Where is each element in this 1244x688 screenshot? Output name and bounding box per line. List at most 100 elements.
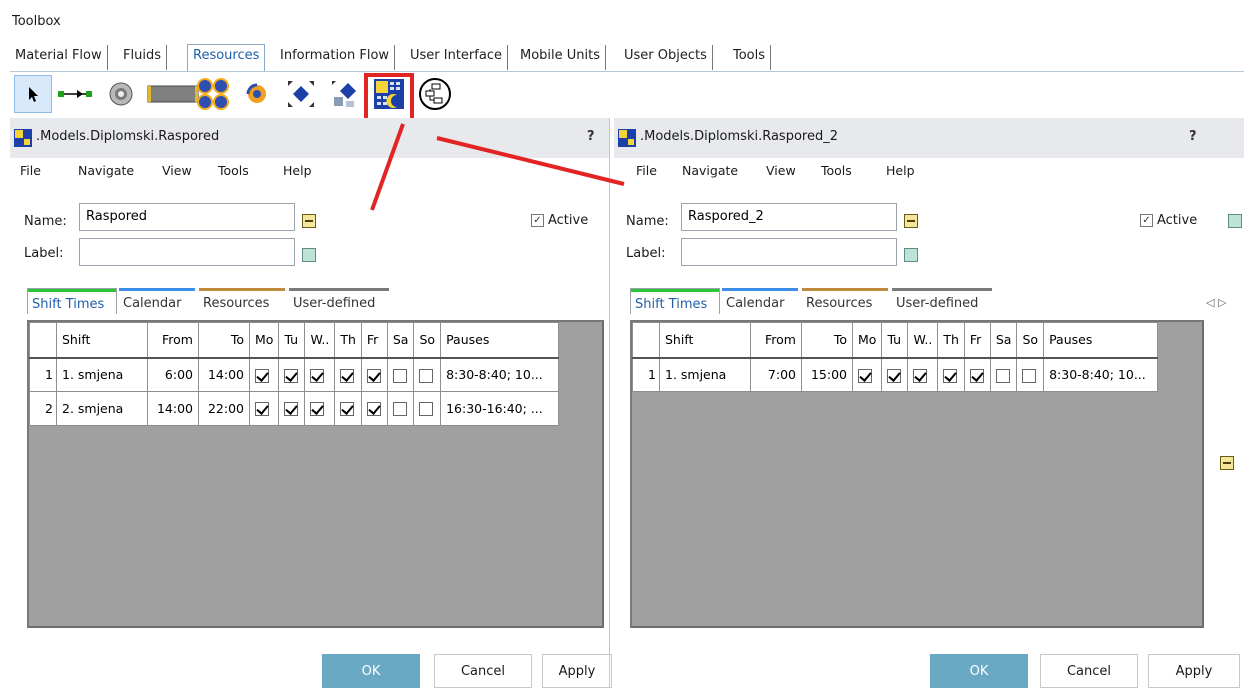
day-checkbox[interactable] xyxy=(943,368,958,383)
tab-resources[interactable]: Resources xyxy=(802,288,888,314)
tab-tools[interactable]: Tools xyxy=(728,45,772,70)
day-checkbox[interactable] xyxy=(340,402,355,417)
shift-cell[interactable]: 1. smjena xyxy=(659,357,751,392)
day-checkbox[interactable] xyxy=(392,368,407,383)
day-checkbox[interactable] xyxy=(366,368,381,383)
column-header[interactable]: To xyxy=(801,322,853,359)
column-header[interactable]: W.. xyxy=(304,322,336,359)
help-button[interactable]: ? xyxy=(587,129,595,144)
tab-shift-times[interactable]: Shift Times xyxy=(630,288,720,314)
column-header[interactable]: From xyxy=(750,322,802,359)
column-header[interactable]: Mo xyxy=(248,322,280,359)
footpath-icon[interactable] xyxy=(238,75,276,113)
menu-tools[interactable]: Tools xyxy=(218,163,249,178)
pointer-icon[interactable] xyxy=(14,75,52,113)
name-inherit-button[interactable] xyxy=(904,214,918,228)
tab-mobile-units[interactable]: Mobile Units xyxy=(515,45,607,70)
menu-help[interactable]: Help xyxy=(886,163,915,178)
shift-cell[interactable]: 2. smjena xyxy=(56,391,148,426)
help-button[interactable]: ? xyxy=(1189,129,1197,144)
menu-file[interactable]: File xyxy=(20,163,41,178)
tab-scroll-arrows-icon[interactable]: ◁ ▷ xyxy=(1206,296,1226,309)
worker-pool-icon[interactable] xyxy=(102,75,140,113)
menu-help[interactable]: Help xyxy=(283,163,312,178)
table-row[interactable]: 1 1. smjena 7:00 15:00 8:30-8:40; 10... xyxy=(632,357,1159,392)
active-check[interactable]: ✓ xyxy=(1140,214,1153,227)
exchange-icon[interactable] xyxy=(326,75,364,113)
tab-information-flow[interactable]: Information Flow xyxy=(275,45,396,70)
table-row[interactable]: 1 1. smjena 6:00 14:00 8:30-8:40; 10... xyxy=(29,357,560,392)
apply-button[interactable]: Apply xyxy=(542,654,612,688)
column-header[interactable]: Shift xyxy=(659,322,751,359)
column-header[interactable]: So xyxy=(413,322,442,359)
day-checkbox[interactable] xyxy=(284,368,299,383)
tab-shift-times[interactable]: Shift Times xyxy=(27,288,117,314)
column-header[interactable]: W.. xyxy=(907,322,939,359)
column-header[interactable]: Shift xyxy=(56,322,148,359)
table-inherit-button[interactable] xyxy=(1220,456,1234,470)
tab-resources[interactable]: Resources xyxy=(199,288,285,314)
shift-cell[interactable]: 1. smjena xyxy=(56,357,148,392)
from-cell[interactable]: 7:00 xyxy=(750,357,802,392)
ok-button[interactable]: OK xyxy=(930,654,1028,688)
menu-tools[interactable]: Tools xyxy=(821,163,852,178)
menu-navigate[interactable]: Navigate xyxy=(682,163,738,178)
column-header[interactable]: Pauses xyxy=(440,322,560,359)
day-checkbox[interactable] xyxy=(419,368,434,383)
day-checkbox[interactable] xyxy=(255,402,269,417)
column-header[interactable]: Tu xyxy=(881,322,909,359)
pauses-cell[interactable]: 8:30-8:40; 10... xyxy=(440,357,560,392)
active-checkbox[interactable]: ✓ Active xyxy=(1140,213,1197,228)
menu-navigate[interactable]: Navigate xyxy=(78,163,134,178)
from-cell[interactable]: 14:00 xyxy=(147,391,199,426)
tab-user-interface[interactable]: User Interface xyxy=(405,45,508,70)
column-header[interactable]: Tu xyxy=(278,322,306,359)
to-cell[interactable]: 22:00 xyxy=(198,391,250,426)
tab-fluids[interactable]: Fluids xyxy=(118,45,167,70)
name-inherit-button[interactable] xyxy=(302,214,316,228)
name-field[interactable]: Raspored xyxy=(79,203,295,231)
column-header[interactable]: To xyxy=(198,322,250,359)
ok-button[interactable]: OK xyxy=(322,654,420,688)
active-checkbox[interactable]: ✓ Active xyxy=(531,213,588,228)
day-checkbox[interactable] xyxy=(1022,368,1037,383)
tab-user-defined[interactable]: User-defined xyxy=(892,288,992,314)
active-color-button[interactable] xyxy=(1228,214,1242,228)
day-checkbox[interactable] xyxy=(392,402,407,417)
column-header[interactable]: Fr xyxy=(963,322,991,359)
tab-resources[interactable]: Resources xyxy=(187,44,266,71)
day-checkbox[interactable] xyxy=(419,402,434,417)
column-header[interactable]: So xyxy=(1016,322,1045,359)
column-header[interactable]: Th xyxy=(334,322,362,359)
shift-times-table[interactable]: Shift From To Mo Tu W.. Th Fr Sa So Paus… xyxy=(630,320,1204,628)
shift-times-table[interactable]: Shift From To Mo Tu W.. Th Fr Sa So Paus… xyxy=(27,320,604,628)
column-header[interactable]: Sa xyxy=(386,322,415,359)
name-field[interactable]: Raspored_2 xyxy=(681,203,897,231)
label-field[interactable] xyxy=(79,238,295,266)
active-check[interactable]: ✓ xyxy=(531,214,544,227)
label-color-button[interactable] xyxy=(302,248,316,262)
tab-calendar[interactable]: Calendar xyxy=(119,288,195,314)
column-header[interactable]: Pauses xyxy=(1043,322,1159,359)
column-header[interactable]: Sa xyxy=(989,322,1018,359)
column-header[interactable]: Th xyxy=(937,322,965,359)
tab-user-objects[interactable]: User Objects xyxy=(619,45,713,70)
apply-button[interactable]: Apply xyxy=(1148,654,1240,688)
day-checkbox[interactable] xyxy=(310,368,325,383)
day-checkbox[interactable] xyxy=(255,368,269,383)
to-cell[interactable]: 14:00 xyxy=(198,357,250,392)
label-color-button[interactable] xyxy=(904,248,918,262)
cancel-button[interactable]: Cancel xyxy=(434,654,532,688)
day-checkbox[interactable] xyxy=(284,402,299,417)
tab-calendar[interactable]: Calendar xyxy=(722,288,798,314)
day-checkbox[interactable] xyxy=(887,368,902,383)
day-checkbox[interactable] xyxy=(969,368,984,383)
table-row[interactable]: 2 2. smjena 14:00 22:00 16:30-16:40; ... xyxy=(29,391,560,426)
column-header[interactable]: Fr xyxy=(360,322,388,359)
day-checkbox[interactable] xyxy=(858,368,872,383)
label-field[interactable] xyxy=(681,238,897,266)
exporter-icon[interactable] xyxy=(194,75,232,113)
pauses-cell[interactable]: 8:30-8:40; 10... xyxy=(1043,357,1159,392)
cancel-button[interactable]: Cancel xyxy=(1040,654,1138,688)
tab-material-flow[interactable]: Material Flow xyxy=(10,45,108,70)
